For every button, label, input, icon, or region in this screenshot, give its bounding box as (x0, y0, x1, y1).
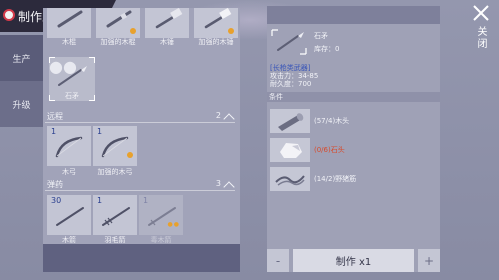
condition-boar-sinew: (14/2)野猪筋 (267, 166, 440, 192)
detail-panel-header (267, 6, 440, 24)
section-ranged-count: 2 (215, 111, 221, 120)
recipe-wooden-arrow[interactable]: 30 (47, 195, 91, 235)
recipe-stone-spear[interactable]: ●● 石矛 (49, 57, 95, 101)
feather-arrow-icon (102, 207, 130, 226)
section-ranged[interactable]: 远程 2 (45, 111, 235, 125)
rare-dot-icon (130, 28, 136, 34)
condition-wood: (57/4)木头 (267, 108, 440, 134)
close-icon[interactable] (472, 4, 490, 22)
detail-item-name: 石矛 (314, 32, 328, 40)
recipe-count: 30 (51, 196, 62, 205)
recipe-feather-arrow[interactable]: 1 (93, 195, 137, 235)
stone-spear-icon (58, 66, 87, 86)
close-button-label[interactable]: 关闭 (474, 26, 488, 50)
recipe-wooden-bow[interactable]: 1 (47, 126, 91, 166)
recipe-wooden-hammer-label: 木锤 (160, 38, 174, 46)
section-ammo-name: 弹药 (47, 180, 63, 189)
rare-dot-icon (228, 28, 234, 34)
condition-wood-label: (57/4)木头 (314, 117, 350, 125)
wooden-bow-icon (55, 136, 83, 158)
tab-production[interactable]: 生产 (0, 35, 43, 81)
boar-sinew-thumbnail (270, 167, 310, 191)
condition-stone-label: (0/6)石头 (314, 146, 345, 154)
detail-stock: 库存：0 (314, 45, 340, 53)
recipe-wooden-stick[interactable] (47, 8, 91, 38)
decrease-quantity-button[interactable]: - (267, 249, 289, 272)
recipe-count: 1 (97, 127, 103, 136)
section-ammo-count: 3 (215, 179, 221, 188)
recipe-reinforced-stick[interactable] (96, 8, 140, 38)
stone-icon (280, 143, 302, 158)
rarity-dots-icon: ●● (167, 221, 180, 228)
recipe-reinforced-hammer[interactable] (194, 8, 238, 38)
wood-log-icon (278, 113, 304, 131)
condition-stone: (0/6)石头 (267, 137, 440, 163)
wooden-hammer-icon (155, 8, 183, 29)
recipe-reinforced-hammer-label: 加强的木锤 (198, 38, 234, 46)
tab-upgrade-label: 升级 (12, 100, 31, 111)
recipe-reinforced-bow-label: 加强的木弓 (97, 168, 133, 176)
recipe-poison-arrow[interactable]: 1 ●● (139, 195, 183, 235)
condition-boar-sinew-label: (14/2)野猪筋 (314, 175, 357, 183)
recipe-count: 1 (97, 196, 103, 205)
stone-spear-detail-icon (271, 29, 307, 55)
left-panel-footer (43, 244, 240, 272)
wooden-stick-icon (57, 10, 83, 28)
detail-durability: 耐久度：700 (270, 80, 312, 88)
workbench-icon (3, 9, 15, 21)
recipe-count: 1 (51, 127, 57, 136)
recipe-wooden-stick-label: 木棍 (62, 38, 76, 46)
recipe-count: 1 (143, 196, 149, 205)
stone-thumbnail (270, 138, 310, 162)
collapse-chevron-icon[interactable] (223, 181, 235, 193)
recipe-wooden-bow-label: 木弓 (62, 168, 76, 176)
recipe-stone-spear-label: 石矛 (65, 92, 79, 100)
wood-thumbnail (270, 109, 310, 133)
collapse-chevron-icon[interactable] (223, 113, 235, 125)
craft-button[interactable]: 制作 x1 (293, 249, 414, 272)
recipe-wooden-hammer[interactable] (145, 8, 189, 38)
tab-production-label: 生产 (12, 54, 31, 65)
reinforced-stick-icon (106, 10, 132, 28)
sinew-icon (275, 175, 305, 186)
increase-quantity-button[interactable]: + (418, 249, 440, 272)
recipe-reinforced-stick-label: 加强的木棍 (100, 38, 136, 46)
recipe-reinforced-bow[interactable]: 1 (93, 126, 137, 166)
tab-upgrade[interactable]: 升级 (0, 81, 43, 127)
wooden-arrow-icon (56, 207, 84, 226)
section-ammo[interactable]: 弹药 3 (45, 179, 235, 193)
reinforced-hammer-icon (204, 8, 232, 29)
conditions-header: 条件 (267, 92, 440, 102)
section-ranged-name: 远程 (47, 112, 63, 121)
rare-dot-icon (127, 152, 133, 158)
